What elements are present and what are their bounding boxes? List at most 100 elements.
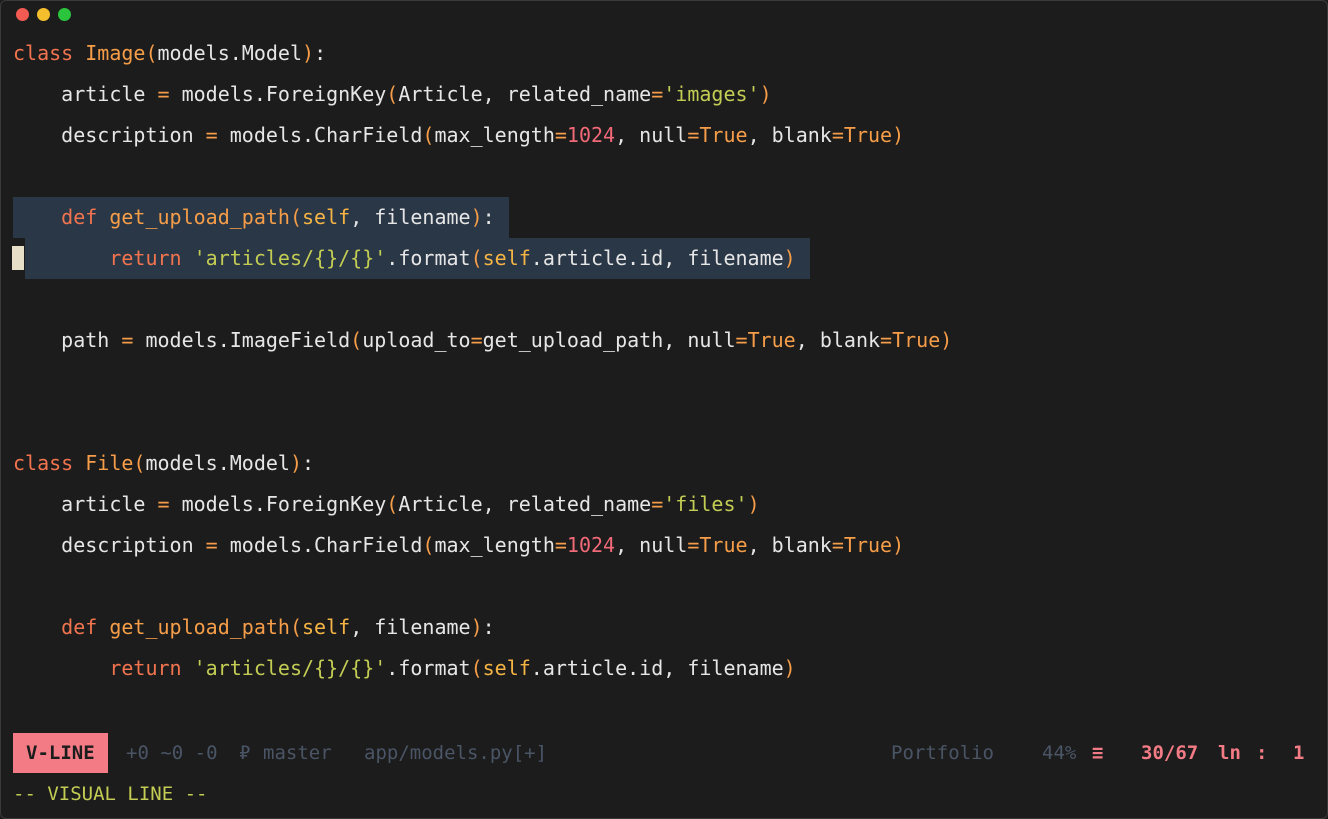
code-token: .article.id, filename — [530, 656, 784, 680]
code-token: : — [302, 451, 315, 475]
code-token: class — [13, 451, 86, 475]
code-token: self — [302, 205, 351, 229]
column-number: 1 — [1293, 742, 1305, 764]
code-line-text: return 'articles/{}/{}'.format(self.arti… — [13, 246, 796, 270]
code-token: True — [747, 328, 796, 352]
menu-icon: ≡ — [1092, 742, 1104, 764]
code-token: = — [831, 533, 844, 557]
code-token: True — [699, 533, 748, 557]
code-token: = — [205, 533, 218, 557]
code-token: = — [157, 492, 170, 516]
code-token: models.ForeignKey — [169, 82, 387, 106]
code-line-text: def get_upload_path(self, filename): — [13, 615, 495, 639]
code-line[interactable] — [13, 402, 1327, 443]
code-token: .format — [386, 246, 471, 270]
code-token: .format — [386, 656, 471, 680]
code-line[interactable]: article = models.ForeignKey(Article, rel… — [13, 484, 1327, 525]
code-token: get_upload_path — [109, 205, 290, 229]
code-token: = — [554, 123, 567, 147]
code-token: ) — [892, 533, 905, 557]
code-line[interactable]: path = models.ImageField(upload_to=get_u… — [13, 320, 1327, 361]
code-token: File — [85, 451, 134, 475]
code-token: = — [687, 533, 700, 557]
code-token: self — [482, 656, 531, 680]
code-line[interactable]: description = models.CharField(max_lengt… — [13, 115, 1327, 156]
code-token: ) — [759, 82, 772, 106]
code-token: True — [843, 123, 893, 147]
code-token: = — [831, 123, 844, 147]
code-token: ) — [470, 615, 483, 639]
code-line-text: path = models.ImageField(upload_to=get_u… — [13, 328, 952, 352]
code-token: ( — [350, 328, 363, 352]
code-token: Article, related_name — [398, 492, 652, 516]
code-token: models.CharField — [217, 533, 423, 557]
code-line[interactable]: return 'articles/{}/{}'.format(self.arti… — [13, 648, 1327, 689]
code-token: article — [13, 82, 158, 106]
code-token: ( — [289, 205, 303, 229]
code-line[interactable] — [13, 279, 1327, 320]
code-token: class — [13, 41, 86, 65]
code-token: ) — [892, 123, 905, 147]
code-token: = — [735, 328, 748, 352]
code-line[interactable] — [13, 361, 1327, 402]
code-token: get_upload_path — [109, 615, 290, 639]
code-token: ) — [302, 41, 315, 65]
code-token: : — [314, 41, 327, 65]
code-token: = — [554, 533, 567, 557]
code-token: = — [470, 328, 483, 352]
branch-icon: ₽ — [239, 742, 251, 764]
code-token: , blank — [747, 533, 832, 557]
code-token: 1024 — [566, 533, 616, 557]
code-token: ( — [289, 615, 303, 639]
code-line-text: class Image(models.Model): — [13, 41, 326, 65]
minimize-button[interactable] — [37, 8, 50, 21]
code-line[interactable]: article = models.ForeignKey(Article, rel… — [13, 74, 1327, 115]
code-line[interactable]: class File(models.Model): — [13, 443, 1327, 484]
code-editor[interactable]: class Image(models.Model): article = mod… — [12, 33, 1327, 689]
code-line[interactable]: return 'articles/{}/{}'.format(self.arti… — [12, 238, 1327, 279]
code-line-text: article = models.ForeignKey(Article, rel… — [13, 492, 759, 516]
code-line[interactable] — [13, 156, 1327, 197]
code-line[interactable]: class Image(models.Model): — [13, 33, 1327, 74]
command-line: -- VISUAL LINE -- — [13, 783, 208, 805]
code-token: = — [687, 123, 700, 147]
code-line[interactable]: def get_upload_path(self, filename): — [13, 607, 1327, 648]
code-token: True — [843, 533, 893, 557]
code-token: ( — [422, 123, 435, 147]
status-bar: V-LINE +0 ~0 -0 ₽ master app/models.py[+… — [13, 733, 1317, 773]
code-token: = — [880, 328, 893, 352]
code-token: ) — [783, 246, 796, 270]
cursor-position: 30/67 — [1141, 742, 1199, 764]
code-token: , blank — [795, 328, 881, 352]
project-name: Portfolio — [891, 742, 994, 764]
code-token: = — [121, 328, 134, 352]
code-token: path — [13, 328, 122, 352]
code-token: upload_to — [362, 328, 471, 352]
code-token: ( — [145, 41, 158, 65]
code-token: 'files' — [663, 492, 748, 516]
close-button[interactable] — [16, 8, 29, 21]
mode-indicator: V-LINE — [13, 733, 108, 773]
code-token: get_upload_path, null — [482, 328, 736, 352]
code-token: models.Model — [157, 41, 303, 65]
code-line-text: def get_upload_path(self, filename): — [13, 205, 495, 229]
code-token: models.Model — [145, 451, 290, 475]
zoom-button[interactable] — [58, 8, 71, 21]
code-token: = — [651, 492, 664, 516]
code-line[interactable]: def get_upload_path(self, filename): — [13, 197, 1327, 238]
code-token: ) — [783, 656, 796, 680]
code-token: , null — [615, 123, 688, 147]
code-line[interactable]: description = models.CharField(max_lengt… — [13, 525, 1327, 566]
code-token: True — [892, 328, 941, 352]
code-line-text: return 'articles/{}/{}'.format(self.arti… — [13, 656, 796, 680]
code-token: ) — [470, 205, 483, 229]
code-token: ( — [133, 451, 146, 475]
code-token: max_length — [434, 123, 555, 147]
terminal-window: class Image(models.Model): article = mod… — [0, 0, 1328, 819]
code-line[interactable] — [13, 566, 1327, 607]
code-token: models.CharField — [217, 123, 423, 147]
code-token: return — [109, 656, 194, 680]
code-line-text: class File(models.Model): — [13, 451, 314, 475]
